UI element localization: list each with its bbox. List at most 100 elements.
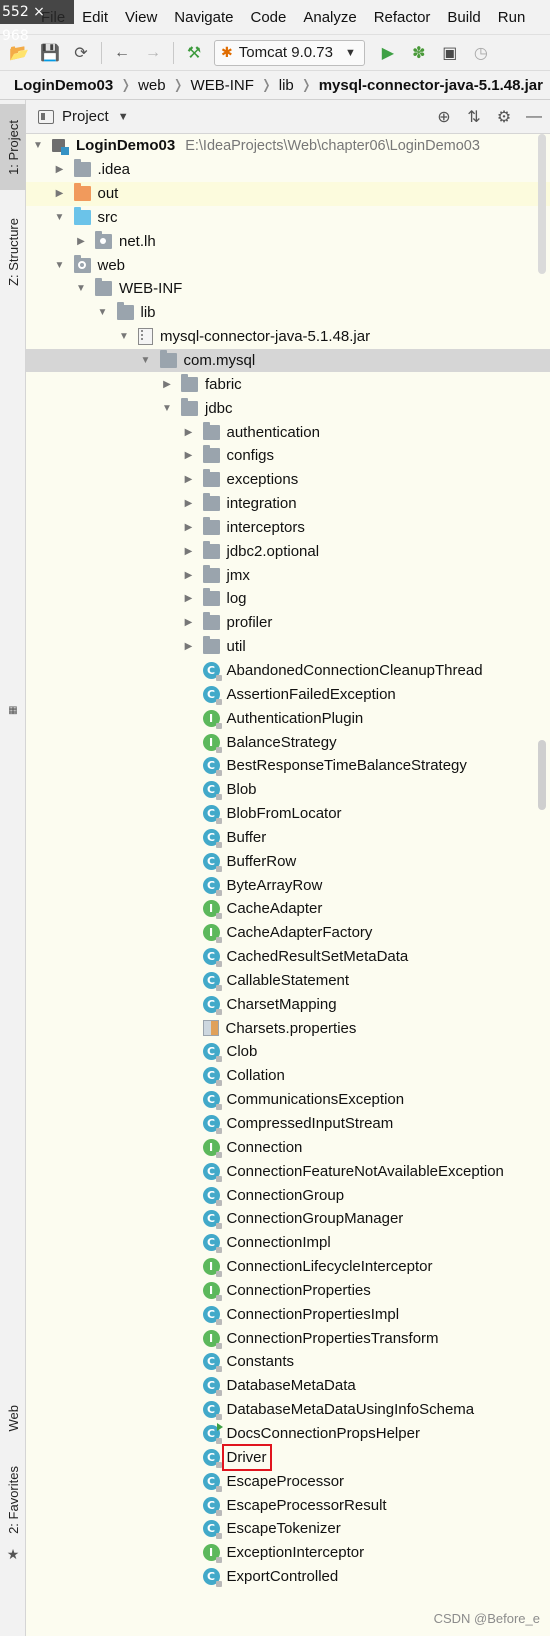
tree-node[interactable]: C Clob <box>26 1040 550 1064</box>
expand-arrow-icon[interactable]: ▼ <box>140 355 152 366</box>
tab-web[interactable]: Web <box>0 1390 26 1446</box>
tree-node[interactable]: ▶ fabric <box>26 372 550 396</box>
tree-node[interactable]: C Constants <box>26 1350 550 1374</box>
tree-node[interactable]: ▼ lib <box>26 301 550 325</box>
tree-node[interactable]: C ConnectionImpl <box>26 1231 550 1255</box>
collapse-arrow-icon[interactable]: ▶ <box>183 522 195 533</box>
tree-node[interactable]: C ConnectionFeatureNotAvailableException <box>26 1159 550 1183</box>
tree-node[interactable]: ▶ integration <box>26 492 550 516</box>
tree-node[interactable]: ▼ mysql-connector-java-5.1.48.jar <box>26 325 550 349</box>
expand-arrow-icon[interactable]: ▼ <box>97 307 109 318</box>
tree-node[interactable]: ▶ .idea <box>26 158 550 182</box>
tab-project[interactable]: 1: Project <box>0 104 26 190</box>
tree-node[interactable]: I ConnectionProperties <box>26 1279 550 1303</box>
breadcrumb-item[interactable]: mysql-connector-java-5.1.48.jar <box>319 77 543 94</box>
collapse-arrow-icon[interactable]: ▶ <box>183 570 195 581</box>
menu-refactor[interactable]: Refactor <box>374 9 431 26</box>
tree-node[interactable]: C CachedResultSetMetaData <box>26 945 550 969</box>
hide-icon[interactable]: — <box>524 107 544 127</box>
star-icon[interactable]: ★ <box>0 1544 26 1564</box>
tree-node[interactable]: I CacheAdapter <box>26 897 550 921</box>
tree-node[interactable]: C DatabaseMetaDataUsingInfoSchema <box>26 1398 550 1422</box>
expand-arrow-icon[interactable]: ▼ <box>75 283 87 294</box>
tree-node[interactable]: C ConnectionPropertiesImpl <box>26 1302 550 1326</box>
tree-node[interactable]: ▶ authentication <box>26 420 550 444</box>
tree-node[interactable]: I ConnectionPropertiesTransform <box>26 1326 550 1350</box>
tree-node[interactable]: ▶ util <box>26 635 550 659</box>
tree-node[interactable]: ▼ jdbc <box>26 396 550 420</box>
profile-icon[interactable]: ◷ <box>470 42 492 64</box>
tree-node[interactable]: C EscapeProcessor <box>26 1469 550 1493</box>
tree-node[interactable]: ▼ web <box>26 253 550 277</box>
expand-arrow-icon[interactable]: ▼ <box>161 403 173 414</box>
locate-icon[interactable]: ⊕ <box>434 107 454 127</box>
collapse-arrow-icon[interactable]: ▶ <box>183 641 195 652</box>
menu-analyze[interactable]: Analyze <box>303 9 356 26</box>
tree-node[interactable]: C AssertionFailedException <box>26 682 550 706</box>
tab-favorites[interactable]: 2: Favorites <box>0 1460 26 1540</box>
tree-node[interactable]: C Blob <box>26 778 550 802</box>
forward-icon[interactable]: → <box>142 42 164 64</box>
tree-node[interactable]: C BlobFromLocator <box>26 802 550 826</box>
tree-node[interactable]: C BufferRow <box>26 849 550 873</box>
collapse-arrow-icon[interactable]: ▶ <box>183 617 195 628</box>
back-icon[interactable]: ← <box>111 42 133 64</box>
tree-node[interactable]: ▼ com.mysql <box>26 348 550 373</box>
tree-node[interactable]: C DocsConnectionPropsHelper <box>26 1422 550 1446</box>
sync-icon[interactable]: ⟳ <box>70 42 92 64</box>
panel-title[interactable]: Project <box>62 108 109 125</box>
collapse-arrow-icon[interactable]: ▶ <box>54 164 66 175</box>
tree-node[interactable]: ▶ log <box>26 587 550 611</box>
breadcrumb-item[interactable]: web <box>138 77 166 94</box>
tree-node[interactable]: I ConnectionLifecycleInterceptor <box>26 1255 550 1279</box>
collapse-arrow-icon[interactable]: ▶ <box>161 379 173 390</box>
tree-node[interactable]: ▶ out <box>26 181 550 206</box>
breadcrumb-item[interactable]: lib <box>279 77 294 94</box>
collapse-arrow-icon[interactable]: ▶ <box>183 450 195 461</box>
collapse-all-icon[interactable]: ⇅ <box>464 107 484 127</box>
tree-node[interactable]: C AbandonedConnectionCleanupThread <box>26 659 550 683</box>
tree-node[interactable]: ▶ interceptors <box>26 516 550 540</box>
run-configuration-select[interactable]: ✱ Tomcat 9.0.73 ▼ <box>214 39 365 66</box>
gear-icon[interactable]: ⚙ <box>494 107 514 127</box>
tree-node[interactable]: C EscapeTokenizer <box>26 1517 550 1541</box>
tree-node[interactable]: ▼ LoginDemo03 E:\IdeaProjects\Web\chapter0… <box>26 134 550 158</box>
save-icon[interactable]: 💾 <box>39 42 61 64</box>
tree-node[interactable]: C CommunicationsException <box>26 1088 550 1112</box>
collapse-arrow-icon[interactable]: ▶ <box>183 498 195 509</box>
tree-node[interactable]: C CallableStatement <box>26 969 550 993</box>
collapse-arrow-icon[interactable]: ▶ <box>183 593 195 604</box>
tree-node[interactable]: C EscapeProcessorResult <box>26 1493 550 1517</box>
tree-node[interactable]: I Connection <box>26 1135 550 1159</box>
coverage-icon[interactable]: ▣ <box>439 42 461 64</box>
layout-icon[interactable]: ▦ <box>0 700 26 716</box>
tree-node[interactable]: ▶ configs <box>26 444 550 468</box>
expand-arrow-icon[interactable]: ▼ <box>54 260 66 271</box>
breadcrumb-item[interactable]: WEB-INF <box>191 77 254 94</box>
breadcrumb-item[interactable]: LoginDemo03 <box>14 77 113 94</box>
menu-build[interactable]: Build <box>447 9 480 26</box>
tree-node[interactable]: ▶ jdbc2.optional <box>26 539 550 563</box>
menu-edit[interactable]: Edit <box>82 9 108 26</box>
tree-node[interactable]: I AuthenticationPlugin <box>26 706 550 730</box>
tree-node[interactable]: Charsets.properties <box>26 1016 550 1040</box>
chevron-down-icon[interactable]: ▼ <box>118 111 129 123</box>
tree-node[interactable]: I CacheAdapterFactory <box>26 921 550 945</box>
collapse-arrow-icon[interactable]: ▶ <box>183 474 195 485</box>
menu-navigate[interactable]: Navigate <box>174 9 233 26</box>
tree-node[interactable]: I BalanceStrategy <box>26 730 550 754</box>
tab-structure[interactable]: Z: Structure <box>0 204 26 300</box>
debug-icon[interactable]: ✽ <box>408 42 430 64</box>
tree-node[interactable]: ▼ WEB-INF <box>26 277 550 301</box>
tree-node[interactable]: C DatabaseMetaData <box>26 1374 550 1398</box>
tree-node[interactable]: C BestResponseTimeBalanceStrategy <box>26 754 550 778</box>
tree-node[interactable]: C ByteArrayRow <box>26 873 550 897</box>
tree-node[interactable]: C CompressedInputStream <box>26 1112 550 1136</box>
expand-arrow-icon[interactable]: ▼ <box>32 140 44 151</box>
tree-node[interactable]: C CharsetMapping <box>26 992 550 1016</box>
tree-node[interactable]: ▶ profiler <box>26 611 550 635</box>
tree-node[interactable]: C Buffer <box>26 825 550 849</box>
collapse-arrow-icon[interactable]: ▶ <box>183 546 195 557</box>
collapse-arrow-icon[interactable]: ▶ <box>75 236 87 247</box>
tree-scrollbar[interactable] <box>538 134 546 1636</box>
